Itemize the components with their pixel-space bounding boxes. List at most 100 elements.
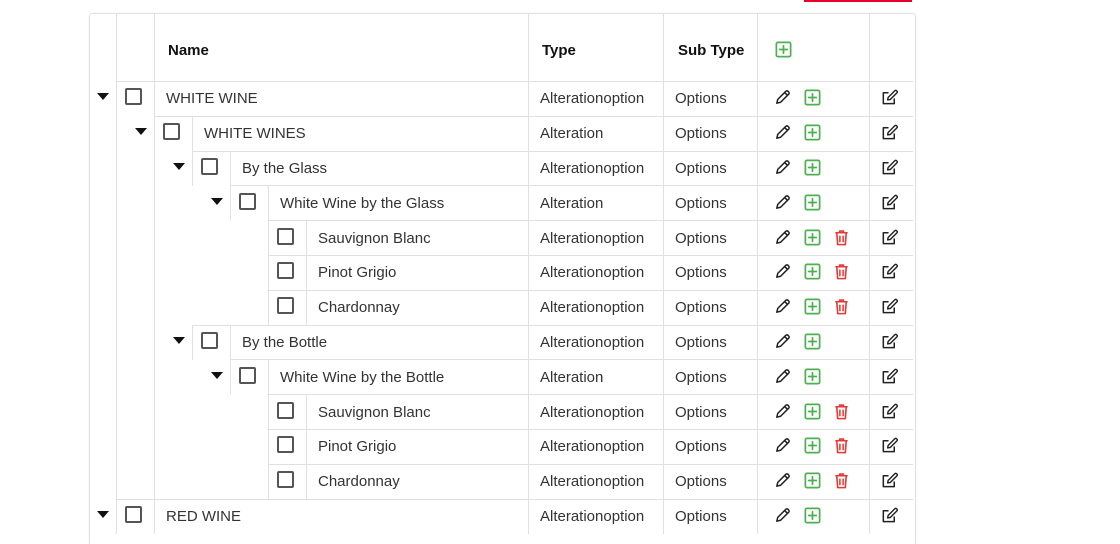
row-checkbox[interactable] <box>201 158 218 175</box>
row-divider <box>230 185 913 186</box>
pencil-icon[interactable] <box>773 297 792 316</box>
edit-icon[interactable] <box>880 123 899 142</box>
add-icon[interactable] <box>803 402 822 421</box>
edit-icon[interactable] <box>880 193 899 212</box>
column-header-subtype[interactable]: Sub Type <box>678 42 744 59</box>
row-type: Alterationoption <box>540 473 645 490</box>
row-checkbox[interactable] <box>277 262 294 279</box>
pencil-icon[interactable] <box>773 228 792 247</box>
top-accent-bar <box>804 0 912 2</box>
edit-icon[interactable] <box>880 332 899 351</box>
row-checkbox[interactable] <box>239 367 256 384</box>
pencil-icon[interactable] <box>773 471 792 490</box>
trash-icon[interactable] <box>832 471 851 490</box>
add-icon[interactable] <box>803 228 822 247</box>
column-header-name[interactable]: Name <box>168 42 209 59</box>
pencil-icon[interactable] <box>773 123 792 142</box>
trash-icon[interactable] <box>832 262 851 281</box>
indent-divider <box>268 394 269 429</box>
add-icon[interactable] <box>803 436 822 455</box>
edit-icon[interactable] <box>880 367 899 386</box>
indent-divider <box>268 359 269 394</box>
row-checkbox[interactable] <box>125 88 142 105</box>
pencil-icon[interactable] <box>773 332 792 351</box>
edit-icon[interactable] <box>880 262 899 281</box>
indent-divider <box>192 116 193 151</box>
edit-icon[interactable] <box>880 228 899 247</box>
pencil-icon[interactable] <box>773 506 792 525</box>
row-subtype: Options <box>675 160 727 177</box>
column-divider <box>663 13 664 534</box>
row-checkbox[interactable] <box>277 228 294 245</box>
edit-icon[interactable] <box>880 402 899 421</box>
edit-icon[interactable] <box>880 506 899 525</box>
row-type: Alterationoption <box>540 334 645 351</box>
add-icon[interactable] <box>803 332 822 351</box>
indent-divider <box>268 290 269 325</box>
pencil-icon[interactable] <box>773 262 792 281</box>
row-checkbox[interactable] <box>239 193 256 210</box>
add-icon[interactable] <box>803 297 822 316</box>
row-checkbox[interactable] <box>277 471 294 488</box>
column-divider <box>528 13 529 534</box>
column-header-type[interactable]: Type <box>542 42 576 59</box>
indent-divider <box>230 359 231 394</box>
add-icon[interactable] <box>803 471 822 490</box>
row-subtype: Options <box>675 508 727 525</box>
row-checkbox[interactable] <box>277 297 294 314</box>
pencil-icon[interactable] <box>773 193 792 212</box>
trash-icon[interactable] <box>832 436 851 455</box>
row-name: WHITE WINES <box>204 125 306 142</box>
row-type: Alterationoption <box>540 264 645 281</box>
indent-divider <box>230 151 231 186</box>
expand-caret-icon[interactable] <box>173 337 185 344</box>
row-name: Sauvignon Blanc <box>318 404 431 421</box>
row-checkbox[interactable] <box>125 506 142 523</box>
add-icon[interactable] <box>803 123 822 142</box>
expand-caret-icon[interactable] <box>97 93 109 100</box>
add-icon[interactable] <box>803 262 822 281</box>
row-checkbox[interactable] <box>277 436 294 453</box>
trash-icon[interactable] <box>832 402 851 421</box>
edit-icon[interactable] <box>880 88 899 107</box>
add-icon[interactable] <box>803 158 822 177</box>
trash-icon[interactable] <box>832 297 851 316</box>
add-icon[interactable] <box>803 367 822 386</box>
column-divider <box>116 13 117 534</box>
edit-icon[interactable] <box>880 471 899 490</box>
edit-icon[interactable] <box>880 436 899 455</box>
row-divider <box>268 220 913 221</box>
expand-caret-icon[interactable] <box>211 198 223 205</box>
column-divider <box>869 13 870 534</box>
row-type: Alteration <box>540 125 604 142</box>
row-checkbox[interactable] <box>201 332 218 349</box>
expand-caret-icon[interactable] <box>135 128 147 135</box>
indent-divider <box>306 394 307 429</box>
add-icon[interactable] <box>803 506 822 525</box>
expand-caret-icon[interactable] <box>173 163 185 170</box>
row-name: White Wine by the Bottle <box>280 369 445 386</box>
expand-caret-icon[interactable] <box>211 372 223 379</box>
trash-icon[interactable] <box>832 228 851 247</box>
row-subtype: Options <box>675 195 727 212</box>
pencil-icon[interactable] <box>773 158 792 177</box>
edit-icon[interactable] <box>880 158 899 177</box>
add-icon[interactable] <box>803 88 822 107</box>
row-checkbox[interactable] <box>163 123 180 140</box>
pencil-icon[interactable] <box>773 436 792 455</box>
expand-caret-icon[interactable] <box>97 511 109 518</box>
pencil-icon[interactable] <box>773 402 792 421</box>
pencil-icon[interactable] <box>773 88 792 107</box>
row-name: WHITE WINE <box>166 90 258 107</box>
column-divider <box>154 13 155 534</box>
header-add-icon[interactable] <box>774 40 793 59</box>
indent-divider <box>306 255 307 290</box>
row-checkbox[interactable] <box>277 402 294 419</box>
pencil-icon[interactable] <box>773 367 792 386</box>
indent-divider <box>268 429 269 464</box>
row-name: Chardonnay <box>318 299 400 316</box>
add-icon[interactable] <box>803 193 822 212</box>
indent-divider <box>154 116 155 151</box>
row-type: Alterationoption <box>540 438 645 455</box>
edit-icon[interactable] <box>880 297 899 316</box>
